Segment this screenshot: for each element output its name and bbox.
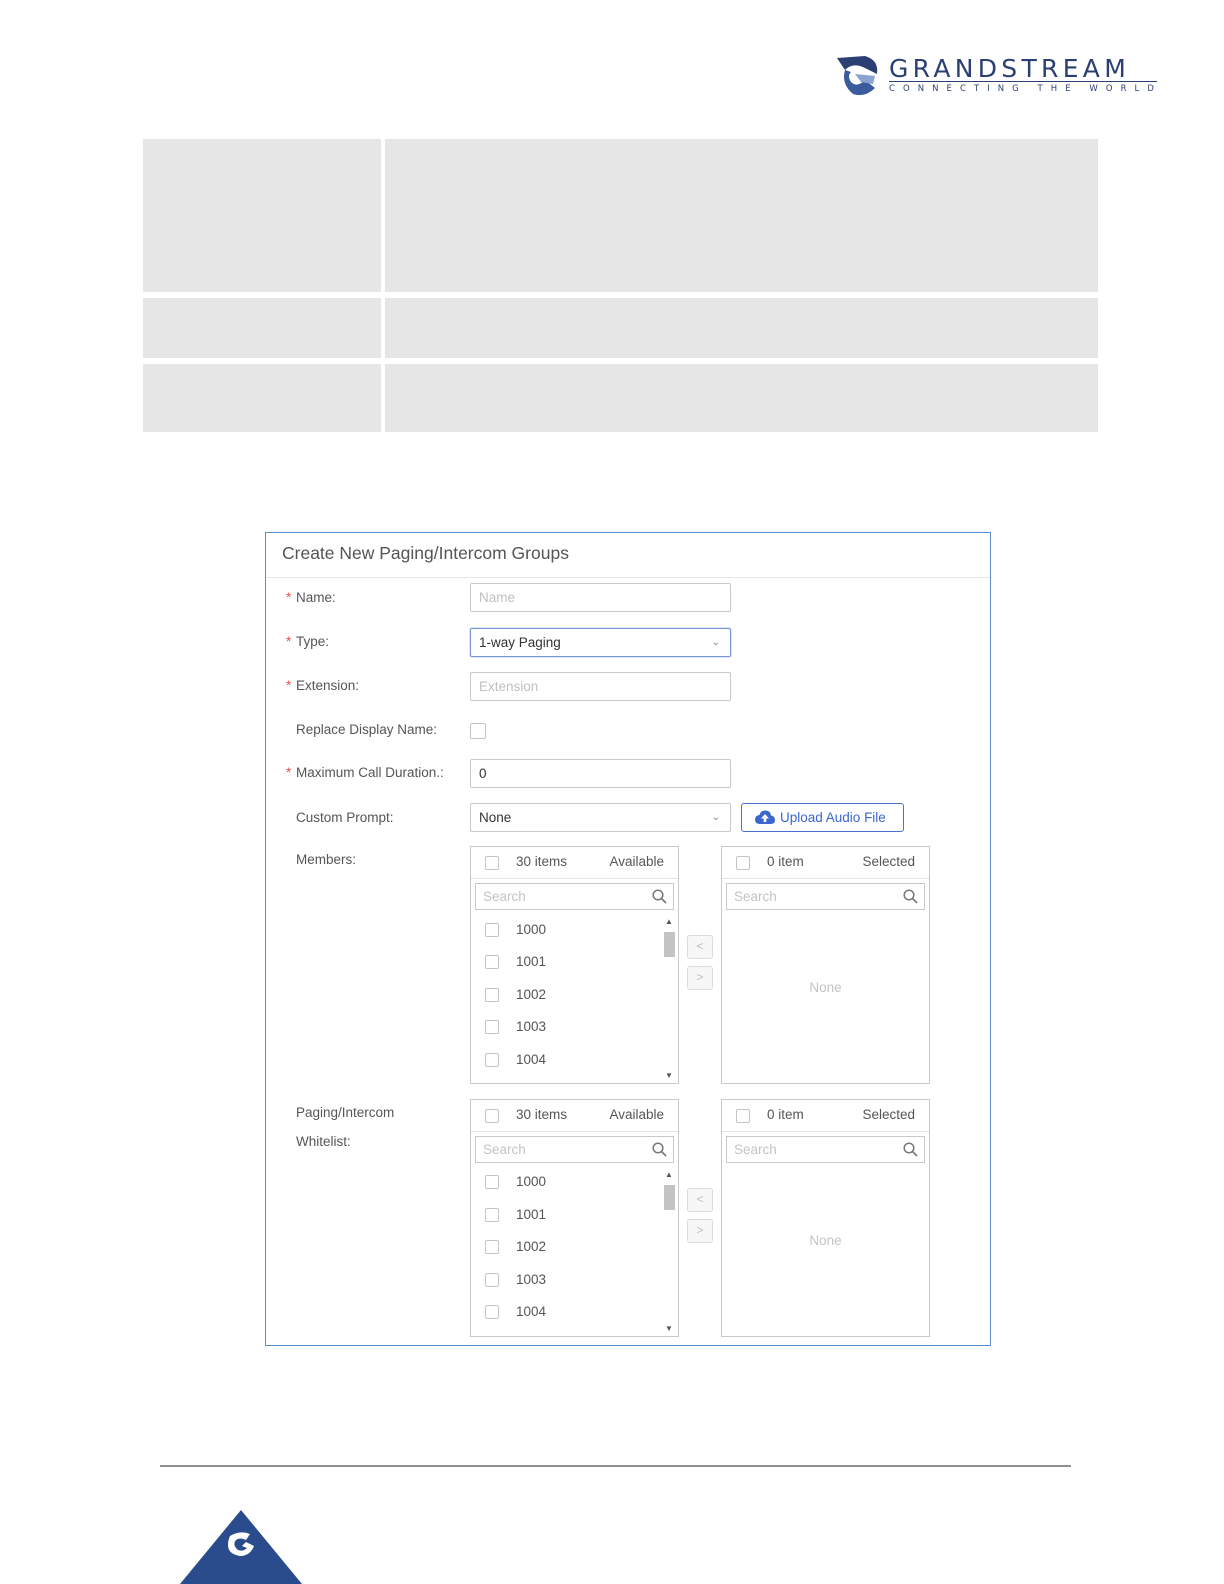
whitelist-available-list: 30 items Available Search 1000 1001 1002… — [470, 1099, 679, 1337]
search-input[interactable]: Search — [726, 1136, 925, 1163]
move-right-button[interactable]: > — [687, 1219, 713, 1243]
search-input[interactable]: Search — [726, 883, 925, 910]
required-mark: * — [286, 634, 292, 649]
replace-display-name-checkbox[interactable] — [470, 723, 486, 739]
select-all-checkbox[interactable] — [736, 1109, 750, 1123]
create-paging-group-dialog: Create New Paging/Intercom Groups * Name… — [265, 532, 991, 1346]
name-input[interactable]: Name — [470, 583, 731, 612]
footer-logo-icon — [180, 1510, 302, 1584]
footer-rule — [160, 1465, 1071, 1467]
item-count: 30 items — [516, 854, 568, 869]
search-icon — [652, 889, 667, 904]
name-label: * Name: — [286, 590, 336, 605]
upload-audio-file-button[interactable]: Upload Audio File — [741, 803, 904, 832]
scroll-thumb[interactable] — [664, 932, 675, 957]
whitelist-selected-list: 0 item Selected Search None — [721, 1099, 930, 1337]
item-count: 30 items — [516, 1107, 568, 1122]
cloud-upload-icon — [755, 810, 775, 824]
select-all-checkbox[interactable] — [485, 1109, 499, 1123]
scroll-down-icon[interactable]: ▼ — [665, 1071, 673, 1080]
search-icon — [652, 1142, 667, 1157]
table-cell — [385, 298, 1098, 358]
members-label: Members: — [296, 852, 357, 867]
list-header: 0 item Selected — [722, 847, 929, 879]
chevron-down-icon: ⌄ — [711, 637, 720, 648]
brand-tagline: CONNECTING THE WORLD — [889, 84, 1162, 94]
table-cell — [385, 139, 1098, 292]
list-header: 0 item Selected — [722, 1100, 929, 1132]
table-row — [143, 298, 1098, 358]
list-header: 30 items Available — [471, 1100, 678, 1132]
required-mark: * — [286, 590, 292, 605]
grandstream-logo-icon — [837, 56, 878, 96]
item-checkbox[interactable] — [485, 1240, 499, 1254]
custom-prompt-label: Custom Prompt: — [296, 810, 394, 825]
brand-name: GRANDSTREAM — [889, 54, 1131, 83]
whitelist-label-line2: Whitelist: — [296, 1134, 351, 1149]
extension-label: * Extension: — [286, 678, 360, 693]
search-icon — [903, 1142, 918, 1157]
list-header: 30 items Available — [471, 847, 678, 879]
list-title: Selected — [862, 854, 915, 869]
search-input[interactable]: Search — [475, 1136, 674, 1163]
type-label: * Type: — [286, 634, 330, 649]
scroll-thumb[interactable] — [664, 1185, 675, 1210]
item-checkbox[interactable] — [485, 955, 499, 969]
item-checkbox[interactable] — [485, 923, 499, 937]
required-mark: * — [286, 765, 292, 780]
type-select[interactable]: 1-way Paging ⌄ — [470, 628, 731, 657]
item-checkbox[interactable] — [485, 1273, 499, 1287]
search-input[interactable]: Search — [475, 883, 674, 910]
table-row — [143, 139, 1098, 292]
list-title: Available — [609, 854, 664, 869]
scrollbar[interactable]: ▲ ▼ — [663, 1168, 675, 1333]
move-left-button[interactable]: < — [687, 935, 713, 959]
item-count: 0 item — [767, 854, 804, 869]
list-title: Selected — [862, 1107, 915, 1122]
empty-text: None — [809, 980, 842, 995]
logo-rule — [889, 81, 1157, 82]
scroll-up-icon[interactable]: ▲ — [665, 1170, 673, 1179]
item-checkbox[interactable] — [485, 1020, 499, 1034]
empty-text: None — [809, 1233, 842, 1248]
whitelist-label-line1: Paging/Intercom — [296, 1105, 395, 1120]
members-selected-list: 0 item Selected Search None — [721, 846, 930, 1084]
item-checkbox[interactable] — [485, 1053, 499, 1067]
select-all-checkbox[interactable] — [485, 856, 499, 870]
chevron-down-icon: ⌄ — [711, 812, 720, 823]
move-left-button[interactable]: < — [687, 1188, 713, 1212]
item-checkbox[interactable] — [485, 1305, 499, 1319]
max-call-duration-label: * Maximum Call Duration.: — [286, 765, 444, 780]
replace-display-name-label: Replace Display Name: — [296, 722, 438, 737]
custom-prompt-value: None — [479, 810, 512, 825]
upload-button-label: Upload Audio File — [780, 810, 886, 825]
move-right-button[interactable]: > — [687, 966, 713, 990]
scroll-up-icon[interactable]: ▲ — [665, 917, 673, 926]
type-value: 1-way Paging — [479, 635, 561, 650]
item-checkbox[interactable] — [485, 1208, 499, 1222]
max-call-duration-input[interactable]: 0 — [470, 759, 731, 788]
members-available-list: 30 items Available Search 1000 1001 1002… — [470, 846, 679, 1084]
table-row — [143, 364, 1098, 432]
item-checkbox[interactable] — [485, 988, 499, 1002]
grandstream-logo: GRANDSTREAM CONNECTING THE WORLD — [835, 54, 1165, 98]
table-cell — [143, 139, 381, 292]
required-mark: * — [286, 678, 292, 693]
item-checkbox[interactable] — [485, 1175, 499, 1189]
list-title: Available — [609, 1107, 664, 1122]
item-count: 0 item — [767, 1107, 804, 1122]
custom-prompt-select[interactable]: None ⌄ — [470, 803, 731, 832]
table-cell — [385, 364, 1098, 432]
dialog-title: Create New Paging/Intercom Groups — [282, 543, 569, 563]
select-all-checkbox[interactable] — [736, 856, 750, 870]
title-divider — [266, 577, 990, 578]
scroll-down-icon[interactable]: ▼ — [665, 1324, 673, 1333]
scrollbar[interactable]: ▲ ▼ — [663, 915, 675, 1080]
table-cell — [143, 298, 381, 358]
extension-input[interactable]: Extension — [470, 672, 731, 701]
table-cell — [143, 364, 381, 432]
search-icon — [903, 889, 918, 904]
